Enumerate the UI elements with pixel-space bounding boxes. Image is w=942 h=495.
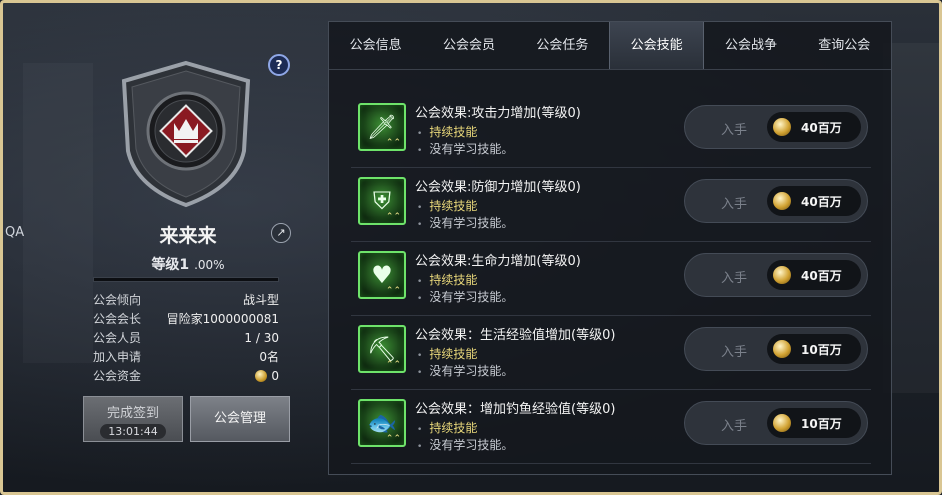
funds-value: 0: [271, 368, 279, 383]
skill-title: 公会效果:防御力增加(等级0): [415, 180, 581, 195]
window-frame: QA ? 来来来 ↗ 等级1 .00% 公会倾向 战斗型 公会会长 冒险家100…: [0, 0, 942, 495]
skill-status: 没有学习技能。: [417, 436, 513, 453]
info-value: 冒险家1000000081: [166, 312, 279, 326]
price-tag: 40百万: [767, 112, 861, 142]
coin-icon: [255, 369, 268, 382]
guild-info-list: 公会倾向 战斗型 公会会长 冒险家1000000081 公会人员 1 / 30 …: [93, 290, 279, 385]
tab-search-guild[interactable]: 查询公会: [798, 22, 891, 69]
coin-icon: [773, 340, 791, 358]
price-tag: 10百万: [767, 334, 861, 364]
info-key: 公会资金: [93, 369, 142, 383]
acquire-button[interactable]: 入手 10百万: [684, 401, 868, 445]
tab-guild-info[interactable]: 公会信息: [329, 22, 422, 69]
skill-title: 公会效果:攻击力增加(等级0): [415, 106, 581, 121]
skill-status: 没有学习技能。: [417, 214, 513, 231]
edge-text: QA: [5, 225, 25, 240]
skill-status: 没有学习技能。: [417, 288, 513, 305]
acquire-button[interactable]: 入手 40百万: [684, 253, 868, 297]
tab-guild-quests[interactable]: 公会任务: [516, 22, 609, 69]
level-progress-bar: [93, 277, 279, 282]
info-row-leader: 公会会长 冒险家1000000081: [93, 309, 279, 328]
heart-plus-icon: ♥ ⌃⌃: [358, 251, 406, 299]
shield-icon: ⛨ ⌃⌃: [358, 177, 406, 225]
skill-status: 没有学习技能。: [417, 362, 513, 379]
tab-guild-skills[interactable]: 公会技能: [608, 22, 705, 69]
skill-row: ⛏⌃⌃ 公会效果：生活经验值增加(等级0) 持续技能 没有学习技能。 入手 10…: [351, 316, 871, 390]
sword-icon: 🗡 ⌃⌃: [358, 103, 406, 151]
info-value: 1 / 30: [244, 330, 279, 345]
skill-list: 🗡⌃⌃ 公会效果:攻击力增加(等级0) 持续技能 没有学习技能。 入手 40百万…: [351, 94, 871, 464]
skill-type: 持续技能: [417, 419, 477, 436]
info-key: 加入申请: [93, 350, 142, 364]
guild-manage-button[interactable]: 公会管理: [190, 396, 290, 442]
price-tag: 40百万: [767, 260, 861, 290]
info-row-orientation: 公会倾向 战斗型: [93, 290, 279, 309]
skill-row: ⛨⌃⌃ 公会效果:防御力增加(等级0) 持续技能 没有学习技能。 入手 40百万: [351, 168, 871, 242]
skill-title: 公会效果：生活经验值增加(等级0): [415, 328, 616, 343]
help-icon[interactable]: ?: [268, 54, 290, 76]
checkin-button[interactable]: 完成签到 13:01:44: [83, 396, 183, 442]
pickaxe-icon: ⛏ ⌃⌃: [358, 325, 406, 373]
price-value: 40百万: [801, 121, 842, 135]
acquire-label: 入手: [721, 345, 748, 360]
share-icon[interactable]: ↗: [271, 223, 291, 243]
info-key: 公会人员: [93, 331, 142, 345]
acquire-label: 入手: [721, 197, 748, 212]
coin-icon: [773, 118, 791, 136]
skill-type: 持续技能: [417, 123, 477, 140]
info-value: 0名: [259, 350, 279, 364]
info-value: 0: [255, 369, 279, 383]
info-row-funds: 公会资金 0: [93, 366, 279, 385]
skill-type: 持续技能: [417, 271, 477, 288]
info-key: 公会倾向: [93, 293, 142, 307]
coin-icon: [773, 414, 791, 432]
skill-type: 持续技能: [417, 197, 477, 214]
info-value: 战斗型: [242, 293, 279, 307]
tab-guild-war[interactable]: 公会战争: [704, 22, 797, 69]
guild-emblem: [121, 60, 251, 208]
acquire-label: 入手: [721, 419, 748, 434]
coin-icon: [773, 266, 791, 284]
coin-icon: [773, 192, 791, 210]
skill-type: 持续技能: [417, 345, 477, 362]
checkin-label: 完成签到: [106, 406, 159, 421]
guild-skills-panel: 公会信息 公会会员 公会任务 公会技能 公会战争 查询公会 🗡 ⌃⌃ 公会效果:攻…: [328, 21, 892, 475]
skill-status: 没有学习技能。: [417, 140, 513, 157]
price-value: 10百万: [801, 417, 842, 431]
acquire-label: 入手: [721, 271, 748, 286]
price-value: 10百万: [801, 343, 842, 357]
acquire-label: 入手: [721, 123, 748, 138]
guild-name: 来来来: [159, 225, 217, 247]
acquire-button[interactable]: 入手 40百万: [684, 179, 868, 223]
fish-icon: 🐟 ⌃⌃: [358, 399, 406, 447]
tab-guild-members[interactable]: 公会会员: [422, 22, 515, 69]
info-row-members: 公会人员 1 / 30: [93, 328, 279, 347]
checkin-timer: 13:01:44: [100, 424, 166, 439]
price-value: 40百万: [801, 269, 842, 283]
guild-level: 等级1 .00%: [83, 254, 293, 274]
skill-title: 公会效果:生命力增加(等级0): [415, 254, 581, 269]
level-label: 等级1: [151, 257, 190, 273]
price-value: 40百万: [801, 195, 842, 209]
info-row-applications: 加入申请 0名: [93, 347, 279, 366]
skill-row: 🐟⌃⌃ 公会效果：增加钓鱼经验值(等级0) 持续技能 没有学习技能。 入手 10…: [351, 390, 871, 464]
skill-row: ♥⌃⌃ 公会效果:生命力增加(等级0) 持续技能 没有学习技能。 入手 40百万: [351, 242, 871, 316]
guild-summary-panel: ? 来来来 ↗ 等级1 .00% 公会倾向 战斗型 公会会长 冒险家100000…: [83, 51, 293, 451]
price-tag: 10百万: [767, 408, 861, 438]
level-percent: .00%: [194, 258, 225, 272]
acquire-button[interactable]: 入手 10百万: [684, 327, 868, 371]
info-key: 公会会长: [93, 312, 142, 326]
price-tag: 40百万: [767, 186, 861, 216]
skill-row: 🗡⌃⌃ 公会效果:攻击力增加(等级0) 持续技能 没有学习技能。 入手 40百万: [351, 94, 871, 168]
acquire-button[interactable]: 入手 40百万: [684, 105, 868, 149]
skill-title: 公会效果：增加钓鱼经验值(等级0): [415, 402, 616, 417]
tab-bar: 公会信息 公会会员 公会任务 公会技能 公会战争 查询公会: [329, 22, 891, 70]
